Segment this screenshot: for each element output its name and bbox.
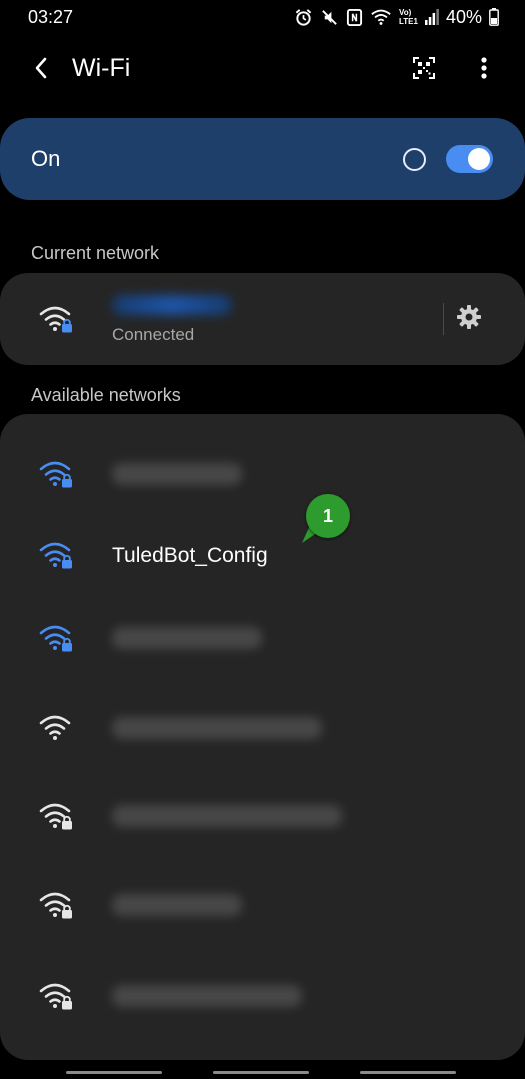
network-settings-button[interactable]: [452, 300, 486, 334]
gear-icon: [457, 305, 481, 329]
alarm-icon: [295, 8, 312, 26]
network-name: [112, 805, 342, 827]
status-time: 03:27: [28, 6, 74, 27]
network-name: [112, 985, 302, 1007]
back-button[interactable]: [24, 51, 58, 85]
network-name: [112, 627, 262, 649]
toggle-controls: [403, 145, 493, 173]
current-network-row[interactable]: Connected: [0, 273, 525, 365]
switch-knob: [468, 148, 490, 170]
battery-percent: 40%: [445, 6, 482, 27]
wifi-secured-icon: [39, 625, 72, 652]
network-row[interactable]: [0, 952, 525, 1040]
qr-scan-button[interactable]: [407, 51, 441, 85]
network-name: TuledBot_Config: [112, 544, 268, 567]
network-row[interactable]: [0, 772, 525, 860]
current-network-name: [112, 295, 232, 315]
current-network-card: Connected: [0, 273, 525, 365]
wifi-secured-icon: [39, 542, 72, 569]
current-network-header: Current network: [31, 243, 160, 263]
status-icons: Vo) LTE1 40%: [294, 7, 499, 28]
nfc-icon: [346, 8, 363, 26]
wifi-open-icon: [39, 715, 71, 740]
nav-recents-hint[interactable]: [66, 1071, 162, 1074]
wifi-secured-icon: [39, 892, 72, 919]
network-name: [112, 717, 322, 739]
volte-label: Vo) LTE1: [399, 8, 418, 26]
wifi-master-toggle-card[interactable]: On: [0, 118, 525, 200]
navigation-bar: [0, 1067, 525, 1079]
network-row[interactable]: [0, 684, 525, 772]
wifi-secured-icon: [39, 461, 72, 488]
page-title: Wi-Fi: [72, 53, 131, 82]
annotation-badge: 1: [306, 494, 350, 538]
current-network-status: Connected: [112, 325, 195, 344]
wifi-secured-icon: [39, 306, 72, 333]
app-bar: Wi-Fi: [0, 38, 525, 98]
app-actions: [407, 51, 501, 85]
nav-back-hint[interactable]: [360, 1071, 456, 1074]
toggle-label: On: [31, 146, 61, 171]
status-bar: 03:27 Vo) LTE1 40%: [0, 0, 525, 34]
network-row[interactable]: [0, 430, 525, 518]
network-name: [112, 894, 242, 916]
wifi-toggle-switch[interactable]: [446, 145, 493, 173]
network-row[interactable]: TuledBot_Config: [0, 511, 525, 599]
scanning-indicator-icon: [403, 147, 426, 171]
wifi-status-icon: [371, 9, 391, 25]
network-row[interactable]: [0, 861, 525, 949]
back-icon: [35, 57, 47, 79]
signal-icon: [424, 9, 439, 25]
row-divider: [443, 303, 444, 335]
more-options-icon: [481, 57, 487, 79]
wifi-secured-icon: [39, 803, 72, 830]
available-networks-header: Available networks: [31, 385, 181, 405]
mute-icon: [322, 9, 337, 25]
wifi-secured-icon: [39, 983, 72, 1010]
network-row[interactable]: [0, 594, 525, 682]
available-networks-card: TuledBot_Config: [0, 414, 525, 1060]
current-network-text: Connected: [112, 295, 232, 345]
qr-scan-icon: [413, 57, 435, 79]
battery-icon: [489, 8, 499, 26]
network-name: [112, 463, 242, 485]
more-options-button[interactable]: [467, 51, 501, 85]
nav-home-hint[interactable]: [213, 1071, 309, 1074]
